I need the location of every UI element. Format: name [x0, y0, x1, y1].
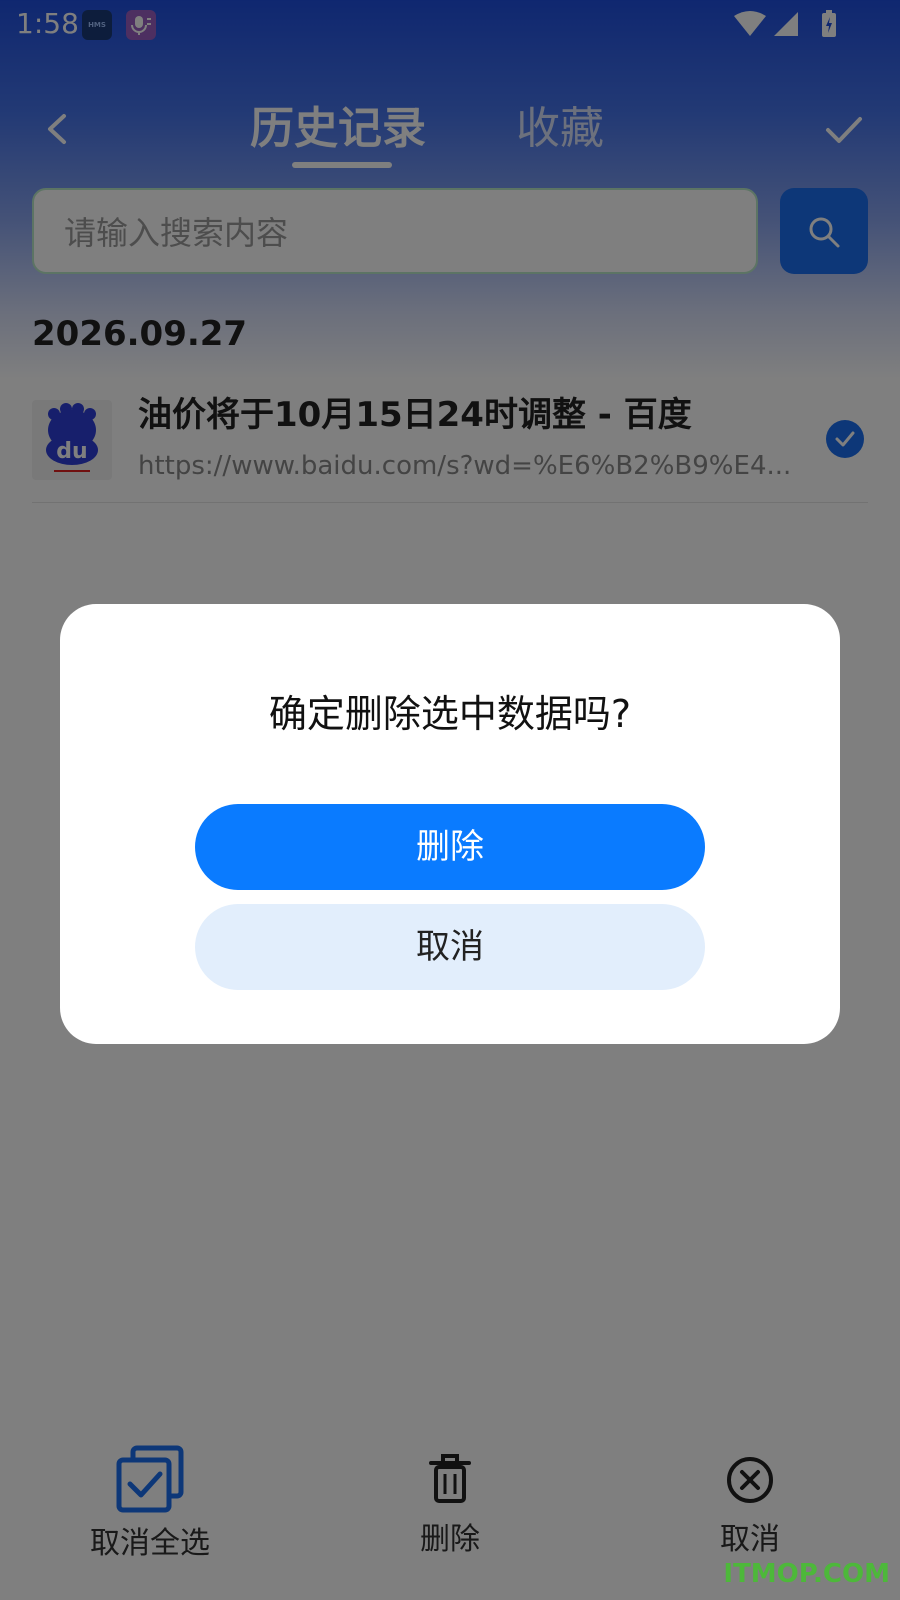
watermark: ITMOP.COM [723, 1559, 890, 1589]
dialog-cancel-button[interactable]: 取消 [195, 904, 705, 990]
confirm-delete-dialog: 确定删除选中数据吗? 删除 取消 [60, 604, 840, 1044]
history-page: 1:58 HMS [0, 0, 900, 1600]
dialog-title: 确定删除选中数据吗? [268, 692, 632, 736]
dialog-delete-button[interactable]: 删除 [195, 804, 705, 890]
